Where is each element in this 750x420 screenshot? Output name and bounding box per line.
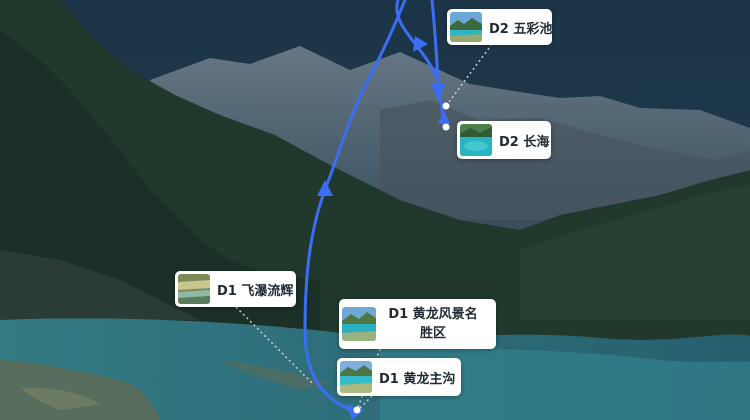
marker-d2-wucaichi[interactable]: D2 五彩池 (447, 9, 552, 45)
lake-thumbnail (450, 12, 482, 42)
marker-label: D1 飞瀑流辉 (217, 283, 294, 299)
terrace-thumbnail (178, 274, 210, 304)
marker-d1-feipuliuhui[interactable]: D1 飞瀑流辉 (175, 271, 296, 307)
marker-label: D1 黄龙风景名胜区 (388, 307, 478, 341)
marker-label: D1 黄龙主沟 (379, 371, 456, 387)
lake-thumbnail (340, 361, 372, 393)
marker-label: D2 长海 (499, 134, 550, 150)
map-background[interactable] (0, 0, 750, 420)
marker-d1-huanglong-main[interactable]: D1 黄龙主沟 (337, 358, 461, 396)
marker-d2-changhai[interactable]: D2 长海 (457, 121, 551, 159)
marker-label: D2 五彩池 (489, 21, 553, 37)
lake-thumbnail (342, 307, 376, 341)
marker-d1-huanglong-scenic[interactable]: D1 黄龙风景名胜区 (339, 299, 496, 349)
lake-thumbnail (460, 124, 492, 156)
